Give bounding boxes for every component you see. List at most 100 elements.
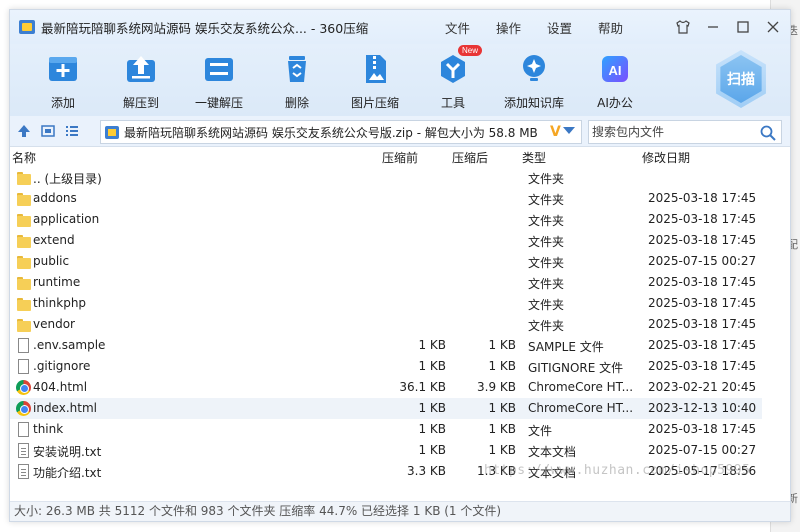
file-compressed-size: 1 KB xyxy=(488,443,516,457)
column-name[interactable]: 名称 xyxy=(12,149,36,166)
file-modified: 2025-03-18 17:45 xyxy=(648,233,757,247)
folder-icon xyxy=(16,212,32,227)
menu-help[interactable]: 帮助 xyxy=(598,18,623,37)
table-row[interactable]: runtime 文件夹 2025-03-18 17:45 xyxy=(10,272,762,293)
file-compressed-size: 1 KB xyxy=(488,401,516,415)
menu-file[interactable]: 文件 xyxy=(445,18,470,37)
ai-office-button[interactable]: AI AI办公 xyxy=(576,44,654,116)
column-modified[interactable]: 修改日期 xyxy=(642,149,690,166)
file-size: 1 KB xyxy=(418,359,446,373)
file-compressed-size: 1 KB xyxy=(488,422,516,436)
file-type: 文件夹 xyxy=(528,277,565,291)
table-row[interactable]: index.html 1 KB 1 KB ChromeCore HT... 2023-1… xyxy=(10,398,762,419)
add-icon xyxy=(46,52,80,86)
ai-office-icon: AI xyxy=(598,52,632,86)
folder-icon xyxy=(16,191,32,206)
thumbnail-view-icon[interactable] xyxy=(38,121,58,141)
text-file-icon xyxy=(16,443,32,458)
table-row[interactable]: think 1 KB 1 KB 文件 2025-03-18 17:45 xyxy=(10,419,762,440)
delete-button[interactable]: 删除 xyxy=(258,44,336,116)
column-type[interactable]: 类型 xyxy=(522,149,546,166)
trash-icon xyxy=(280,52,314,86)
file-type: 文件夹 xyxy=(528,298,565,312)
list-view-icon[interactable] xyxy=(62,121,82,141)
file-icon xyxy=(16,359,32,374)
close-icon[interactable] xyxy=(764,18,782,36)
search-icon[interactable] xyxy=(759,124,777,142)
file-name: 功能介绍.txt xyxy=(33,466,102,480)
column-compressed-size[interactable]: 压缩后 xyxy=(452,149,488,166)
file-modified: 2025-03-18 17:45 xyxy=(648,317,757,331)
add-button-label: 添加 xyxy=(50,96,75,110)
table-row[interactable]: vendor 文件夹 2025-03-18 17:45 xyxy=(10,314,762,335)
file-compressed-size: 1 KB xyxy=(488,338,516,352)
file-name: public xyxy=(33,254,70,268)
path-field[interactable]: 最新陪玩陪聊系统网站源码 娱乐交友系统公众号版.zip - 解包大小为 58.8… xyxy=(100,120,582,144)
file-name: .. (上级目录) xyxy=(33,172,102,186)
file-size: 1 KB xyxy=(418,443,446,457)
minimize-icon[interactable] xyxy=(704,18,722,36)
file-name: vendor xyxy=(33,317,75,331)
table-row[interactable]: 安装说明.txt 1 KB 1 KB 文本文档 2025-07-15 00:27 xyxy=(10,440,762,461)
app-logo-icon xyxy=(19,20,35,34)
add-knowledge-base-button[interactable]: 添加知识库 xyxy=(492,44,576,116)
table-row[interactable]: addons 文件夹 2025-03-18 17:45 xyxy=(10,188,762,209)
file-size: 1 KB xyxy=(418,338,446,352)
column-header: 名称 压缩前 压缩后 类型 修改日期 xyxy=(10,147,790,167)
folder-icon xyxy=(16,170,32,185)
chrome-html-icon xyxy=(16,401,32,416)
one-click-extract-button[interactable]: 一键解压 xyxy=(180,44,258,116)
folder-icon xyxy=(16,317,32,332)
add-knowledge-base-button-label: 添加知识库 xyxy=(503,96,564,110)
scan-button-label: 扫描 xyxy=(727,72,755,88)
path-dropdown-icon[interactable] xyxy=(563,127,575,134)
text-file-icon xyxy=(16,464,32,479)
file-name: runtime xyxy=(33,275,81,289)
image-compress-button[interactable]: 图片压缩 xyxy=(336,44,414,116)
archive-window: 最新陪玩陪聊系统网站源码 娱乐交友系统公众... - 360压缩 文件 操作 设… xyxy=(9,9,791,522)
table-row[interactable]: public 文件夹 2025-07-15 00:27 xyxy=(10,251,762,272)
tools-button[interactable]: New 工具 xyxy=(414,44,492,116)
chrome-html-icon xyxy=(16,380,32,395)
add-button[interactable]: 添加 xyxy=(24,44,102,116)
file-modified: 2025-03-18 17:45 xyxy=(648,191,757,205)
folder-icon xyxy=(16,275,32,290)
file-type: SAMPLE 文件 xyxy=(528,340,604,354)
table-row[interactable]: thinkphp 文件夹 2025-03-18 17:45 xyxy=(10,293,762,314)
folder-icon xyxy=(16,233,32,248)
table-row[interactable]: .gitignore 1 KB 1 KB GITIGNORE 文件 2025-03-18… xyxy=(10,356,762,377)
folder-icon xyxy=(16,296,32,311)
menu-settings[interactable]: 设置 xyxy=(547,18,572,37)
table-row[interactable]: extend 文件夹 2025-03-18 17:45 xyxy=(10,230,762,251)
file-icon xyxy=(16,338,32,353)
extract-to-icon xyxy=(124,52,158,86)
file-modified: 2025-07-15 00:27 xyxy=(648,443,757,457)
archive-path: 最新陪玩陪聊系统网站源码 娱乐交友系统公众号版.zip - 解包大小为 58.8… xyxy=(124,125,538,140)
window-controls xyxy=(674,10,782,44)
table-row[interactable]: .. (上级目录) 文件夹 xyxy=(10,167,762,188)
skin-icon[interactable] xyxy=(674,18,692,36)
maximize-icon[interactable] xyxy=(734,18,752,36)
file-modified: 2025-03-18 17:45 xyxy=(648,296,757,310)
search-input[interactable] xyxy=(589,122,754,142)
verified-check-icon: V xyxy=(550,124,561,140)
window-title: 最新陪玩陪聊系统网站源码 娱乐交友系统公众... - 360压缩 xyxy=(41,20,369,36)
table-row[interactable]: .env.sample 1 KB 1 KB SAMPLE 文件 2025-03-18 1… xyxy=(10,335,762,356)
menu-operation[interactable]: 操作 xyxy=(496,18,521,37)
file-type: 文件夹 xyxy=(528,193,565,207)
extract-to-button[interactable]: 解压到 xyxy=(102,44,180,116)
address-bar: 最新陪玩陪聊系统网站源码 娱乐交友系统公众号版.zip - 解包大小为 58.8… xyxy=(10,116,790,147)
main-toolbar: 添加 解压到 一键解压 删除 图片压缩 New 工具 添加知识库 AI AI办公… xyxy=(10,44,790,116)
file-name: .env.sample xyxy=(33,338,106,352)
table-row[interactable]: 404.html 36.1 KB 3.9 KB ChromeCore HT... 202… xyxy=(10,377,762,398)
title-bar[interactable]: 最新陪玩陪聊系统网站源码 娱乐交友系统公众... - 360压缩 文件 操作 设… xyxy=(10,10,790,44)
file-type: 文件 xyxy=(528,424,553,438)
file-name: application xyxy=(33,212,100,226)
file-size: 1 KB xyxy=(418,422,446,436)
column-size[interactable]: 压缩前 xyxy=(382,149,418,166)
ai-office-button-label: AI办公 xyxy=(597,96,633,110)
scan-button[interactable]: 扫描 xyxy=(712,50,770,108)
vertical-scrollbar[interactable] xyxy=(772,167,790,503)
table-row[interactable]: application 文件夹 2025-03-18 17:45 xyxy=(10,209,762,230)
up-arrow-icon[interactable] xyxy=(14,121,34,141)
